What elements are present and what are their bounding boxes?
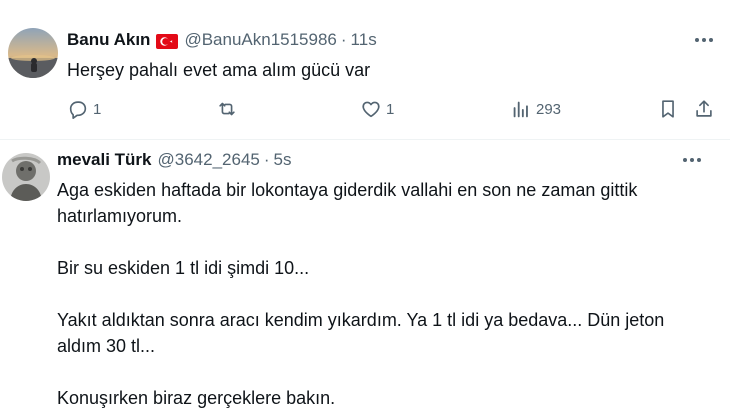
- tweet-text-line: hatırlamıyorum.: [57, 206, 183, 226]
- tweet-header: mevali Türk @3642_2645 · 5s: [57, 149, 292, 171]
- tweet-text-line: Bir su eskiden 1 tl idi şimdi 10...: [57, 258, 310, 278]
- tweet-text-line: Herşey pahalı evet ama alım gücü var: [67, 60, 371, 80]
- tweet-banu[interactable]: Banu Akın @BanuAkn1515986 · 11s Herşey p…: [0, 0, 730, 140]
- turkey-flag-icon: [156, 33, 179, 49]
- retweet-button[interactable]: [216, 98, 242, 120]
- timeline: Banu Akın @BanuAkn1515986 · 11s Herşey p…: [0, 0, 730, 420]
- reply-count: 1: [93, 100, 102, 118]
- tweet-text-line: aldım 30 tl...: [57, 336, 156, 356]
- bookmark-button[interactable]: [657, 98, 679, 120]
- tweet-mevali[interactable]: mevali Türk @3642_2645 · 5s Aga eskiden …: [0, 141, 730, 420]
- like-button[interactable]: 1: [360, 98, 394, 120]
- view-count: 293: [536, 100, 562, 118]
- bookmark-icon: [662, 100, 674, 118]
- tweet-header: Banu Akın @BanuAkn1515986 · 11s: [67, 29, 377, 51]
- user-handle[interactable]: @BanuAkn1515986: [184, 29, 336, 51]
- tweet-actions: 1 1 293: [67, 98, 719, 122]
- avatar-image: [8, 28, 58, 78]
- more-icon[interactable]: [680, 150, 704, 170]
- display-name[interactable]: Banu Akın: [67, 29, 150, 51]
- views-chart-icon: [513, 101, 528, 118]
- avatar-image: [2, 153, 50, 201]
- tweet-text-line: Aga eskiden haftada bir lokontaya giderd…: [57, 180, 638, 200]
- avatar[interactable]: [8, 28, 58, 78]
- share-button[interactable]: [693, 98, 715, 120]
- tweet-text: Herşey pahalı evet ama alım gücü var: [67, 57, 370, 83]
- separator-dot: ·: [340, 30, 347, 49]
- reply-button[interactable]: 1: [67, 98, 101, 120]
- tweet-text-line: Konuşırken biraz gerçeklere bakın.: [57, 388, 336, 408]
- tweet-text: Aga eskiden haftada bir lokontaya giderd…: [57, 177, 717, 411]
- separator-dot: ·: [263, 150, 270, 169]
- like-count: 1: [386, 100, 395, 118]
- user-handle[interactable]: @3642_2645: [158, 149, 260, 171]
- timestamp[interactable]: 11s: [351, 29, 377, 51]
- reply-icon: [69, 101, 87, 119]
- more-icon[interactable]: [692, 30, 716, 50]
- share-icon: [696, 100, 712, 117]
- retweet-icon: [219, 102, 235, 116]
- display-name[interactable]: mevali Türk: [57, 149, 152, 171]
- heart-icon: [362, 101, 380, 118]
- views-button[interactable]: 293: [510, 98, 561, 120]
- timestamp[interactable]: 5s: [274, 149, 292, 171]
- tweet-text-line: Yakıt aldıktan sonra aracı kendim yıkard…: [57, 310, 665, 330]
- avatar[interactable]: [2, 153, 50, 201]
